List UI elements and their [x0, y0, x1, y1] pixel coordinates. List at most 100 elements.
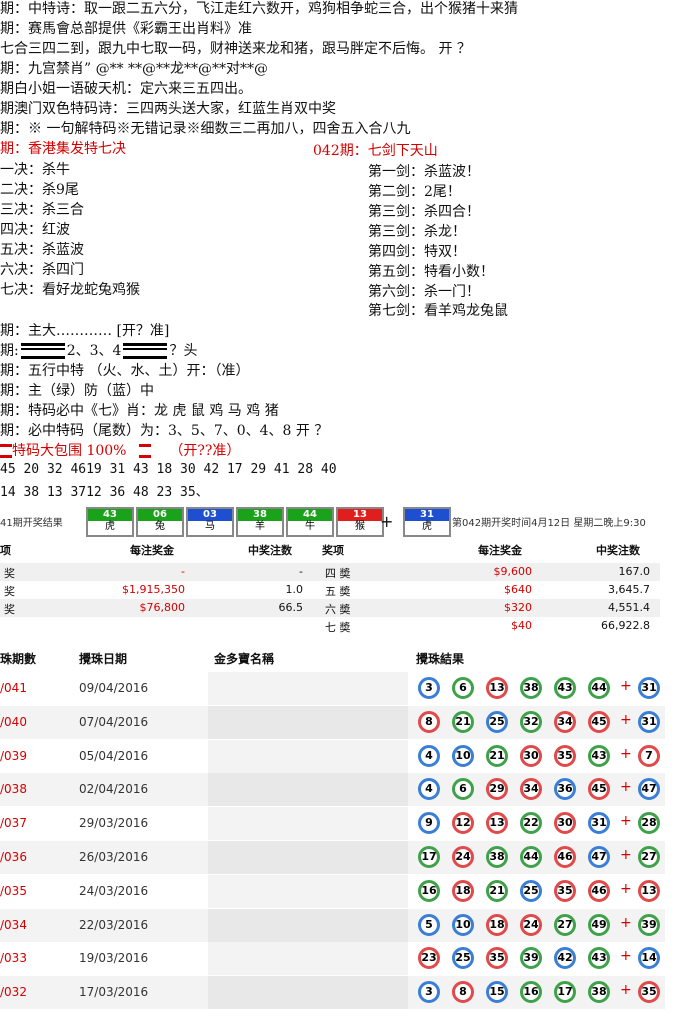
- lottery-ball: 46: [554, 846, 576, 868]
- jue-item: 一决：杀牛: [0, 162, 70, 178]
- prediction-line: 期白小姐一语破天机：定六来三五四出。: [0, 81, 252, 97]
- draw-name-cell: [208, 976, 408, 1010]
- lottery-ball: 10: [452, 744, 474, 767]
- lottery-ball: 32: [520, 710, 542, 733]
- result-ball: 06 兔: [136, 507, 184, 537]
- draw-date: 29/03/2016: [79, 816, 149, 831]
- prize-name: 奖: [4, 603, 15, 616]
- next-draw-time: 第042期开奖时间4月12日 星期二晚上9:30: [452, 518, 646, 529]
- jue-item: 六决：杀四门: [0, 262, 84, 278]
- ball-zodiac: 兔: [138, 521, 182, 533]
- winner-count: 4,551.4: [608, 601, 650, 614]
- lottery-ball: 43: [554, 677, 576, 699]
- number-list: 45 20 32 4619 31 43 18 30 42 17 29 41 28…: [0, 462, 337, 477]
- sword-item: 第一剑：杀蓝波！: [368, 164, 480, 180]
- draw-date: 09/04/2016: [79, 681, 149, 695]
- lottery-ball: 34: [554, 710, 576, 733]
- plus-icon: +: [620, 711, 632, 728]
- draw-period-link[interactable]: /039: [0, 749, 27, 763]
- lottery-ball: 5: [418, 913, 440, 936]
- prediction-line: 期：九宫禁肖” @** **@**龙**@**对**@: [0, 61, 269, 77]
- lottery-ball: 21: [486, 879, 508, 902]
- lottery-ball: 27: [554, 913, 576, 936]
- lottery-ball: 30: [554, 812, 576, 835]
- draw-period-link[interactable]: /033: [0, 951, 27, 965]
- prize-name: 六 奬: [325, 603, 351, 616]
- sword-item: 第三剑：杀四合！: [368, 204, 480, 220]
- result-ball: 43 虎: [86, 507, 134, 537]
- lottery-ball: 34: [520, 778, 542, 801]
- lottery-ball: 25: [486, 710, 508, 733]
- extra-line-prefix: 期:: [0, 343, 19, 359]
- col-header: 金多寶名稱: [214, 652, 275, 666]
- ball-number: 13: [338, 509, 382, 521]
- draw-name-cell: [208, 841, 408, 874]
- plus-icon: +: [620, 745, 632, 762]
- result-bar: 41期开奖结果 43 虎 06 兔 03 马 38 羊 44 牛 13 猴 + 31 虎 第0…: [0, 507, 679, 537]
- ball-zodiac: 虎: [88, 521, 132, 533]
- lottery-ball: 8: [418, 710, 440, 733]
- equals-icon: [0, 444, 12, 458]
- col-header: 项: [0, 544, 11, 557]
- prize-row: 奖 - - 四 奬 $9,600 167.0: [0, 563, 660, 581]
- prize-name: 奖: [4, 567, 15, 580]
- ball-number: 43: [88, 509, 132, 521]
- lottery-ball: 24: [452, 846, 474, 868]
- ball-zodiac: 猴: [338, 521, 382, 533]
- lottery-ball: 17: [418, 846, 440, 868]
- lottery-ball: 43: [588, 947, 610, 970]
- special-ball: 31 虎: [403, 507, 451, 537]
- lottery-ball: 39: [520, 947, 542, 970]
- draw-period-link[interactable]: /038: [0, 782, 27, 796]
- result-ball: 03 马: [186, 507, 234, 537]
- prize-row: 奖 $76,800 66.5 六 奬 $320 4,551.4: [0, 599, 660, 617]
- draw-period-link[interactable]: /037: [0, 816, 27, 830]
- draw-period-link[interactable]: /035: [0, 884, 27, 898]
- special-ball: 7: [638, 744, 660, 767]
- prediction-line: 七合三四二到，跟九中七取一码，财神送来龙和猪，跟马胖定不后悔。 开 ？: [0, 41, 471, 57]
- lottery-ball: 35: [554, 879, 576, 902]
- col-header: 每注奖金: [130, 544, 174, 557]
- sword-item: 第五剑：特看小数！: [368, 264, 494, 280]
- draw-period-link[interactable]: /032: [0, 985, 27, 999]
- prize-amount: $40: [511, 619, 532, 632]
- jue-item: 二决：杀9尾: [0, 182, 79, 198]
- lottery-ball: 36: [554, 778, 576, 801]
- lottery-ball: 10: [452, 913, 474, 936]
- seven-jue-title: 期：香港集发特七决: [0, 141, 126, 157]
- sword-item: 第四剑：特双！: [368, 244, 466, 260]
- ball-number: 31: [405, 509, 449, 521]
- col-header: 中奖注数: [596, 544, 640, 557]
- winner-count: 66.5: [278, 601, 304, 614]
- bars-icon: [123, 343, 168, 359]
- draw-date: 17/03/2016: [79, 985, 149, 1000]
- draw-name-cell: [208, 672, 408, 705]
- draw-period-link[interactable]: /041: [0, 681, 27, 695]
- lottery-ball: 3: [418, 981, 440, 1004]
- ball-zodiac: 羊: [238, 521, 282, 533]
- winner-count: -: [299, 565, 303, 578]
- prize-amount: $76,800: [139, 601, 186, 614]
- history-row: /033 19/03/2016 23 25 35 39 42 43 +14: [0, 942, 665, 976]
- plus-icon: +: [620, 948, 632, 965]
- extra-line-suffix: ？头: [169, 343, 198, 359]
- lottery-ball: 18: [486, 913, 508, 936]
- lottery-ball: 6: [452, 778, 474, 801]
- lottery-ball: 31: [588, 812, 610, 835]
- draw-period-link[interactable]: /034: [0, 918, 27, 932]
- extra-line: 特码大包围 100% （开??准）: [0, 442, 240, 460]
- lottery-ball: 13: [486, 677, 508, 699]
- special-ball: 35: [638, 981, 660, 1004]
- lottery-ball: 9: [418, 812, 440, 835]
- lottery-ball: 18: [452, 879, 474, 902]
- draw-date: 02/04/2016: [79, 782, 149, 797]
- lottery-ball: 43: [588, 744, 610, 767]
- history-row: /040 07/04/2016 8 21 25 32 34 45 +31: [0, 705, 665, 739]
- draw-period-link[interactable]: /040: [0, 715, 27, 729]
- ball-number: 06: [138, 509, 182, 521]
- draw-period-link[interactable]: /036: [0, 850, 27, 864]
- lottery-ball: 6: [452, 677, 474, 699]
- lottery-ball: 3: [418, 677, 440, 699]
- history-row: /035 24/03/2016 16 18 21 25 35 46 +13: [0, 874, 665, 908]
- history-row: /038 02/04/2016 4 6 29 34 36 45 +47: [0, 773, 665, 807]
